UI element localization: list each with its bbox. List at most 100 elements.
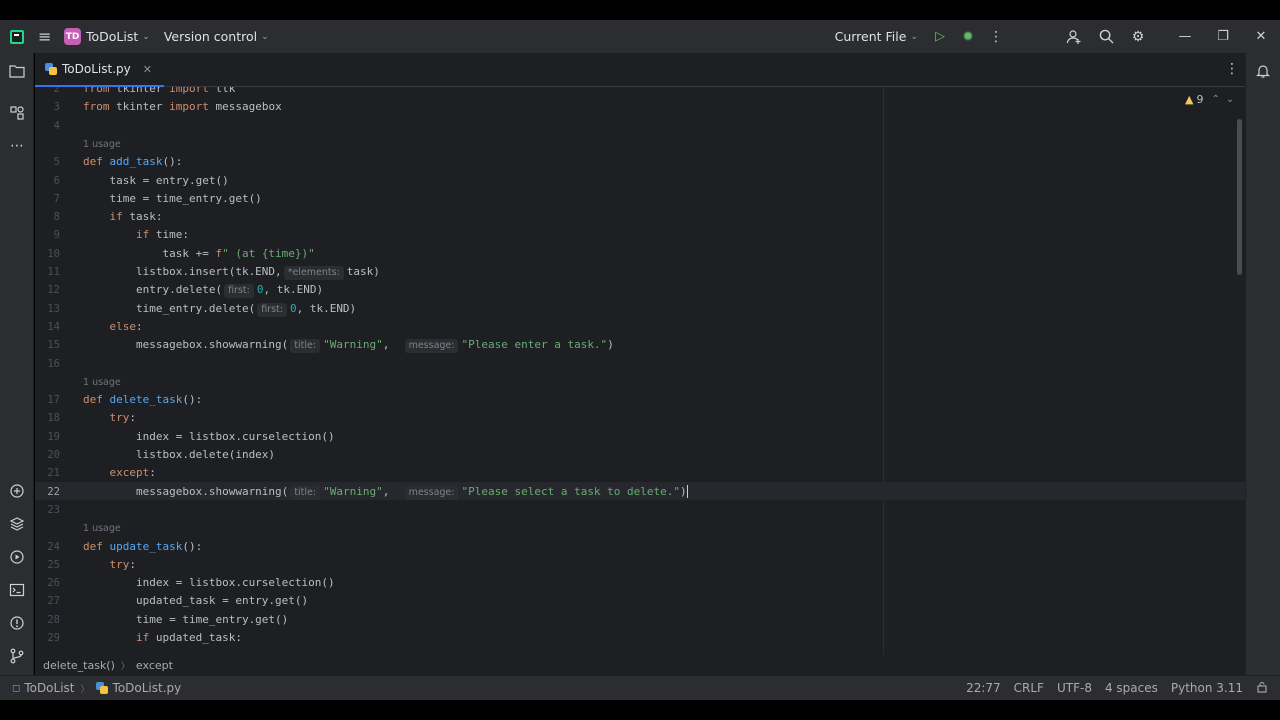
run-config-label: Current File [834, 29, 907, 44]
usage-hint[interactable]: 1 usage [83, 139, 121, 150]
vertical-scrollbar[interactable] [1237, 119, 1242, 275]
code-line[interactable]: except: [83, 466, 156, 479]
layers-icon[interactable] [5, 512, 29, 536]
caret-position[interactable]: 22:77 [966, 681, 1001, 695]
code-line[interactable]: if task: [83, 210, 163, 223]
parameter-hint: message: [404, 485, 459, 500]
run-config-dropdown[interactable]: Current File ⌄ [835, 29, 918, 44]
chevron-down-icon: ⌄ [142, 31, 150, 42]
python-file-icon [45, 63, 57, 75]
line-number: 22 [47, 485, 60, 498]
line-number: 16 [47, 357, 60, 370]
notifications-icon[interactable] [1251, 59, 1275, 83]
line-number: 6 [53, 174, 60, 187]
code-line[interactable]: try: [83, 558, 137, 571]
services-icon[interactable] [5, 545, 29, 569]
file-encoding[interactable]: UTF-8 [1057, 681, 1092, 695]
code-line[interactable]: messagebox.showwarning(title: "Warning", … [83, 338, 614, 354]
line-number: 15 [47, 339, 60, 352]
line-ending[interactable]: CRLF [1014, 681, 1044, 695]
code-line[interactable]: index = listbox.curselection() [83, 430, 335, 443]
python-packages-icon[interactable] [5, 479, 29, 503]
main-menu-icon[interactable]: ≡ [38, 28, 54, 45]
status-separator: 〉 [80, 684, 90, 695]
git-icon[interactable] [5, 644, 29, 668]
code-line[interactable]: if updated_task: [83, 631, 242, 644]
code-line[interactable]: time_entry.delete(first: 0, tk.END) [83, 302, 356, 317]
code-line[interactable]: def add_task(): [83, 155, 182, 168]
parameter-hint: *elements: [283, 266, 344, 280]
parameter-hint: message: [404, 339, 459, 354]
code-line[interactable]: updated_task = entry.get() [83, 594, 308, 607]
code-line[interactable]: entry.delete(first: 0, tk.END) [83, 283, 323, 299]
line-number: 11 [47, 266, 60, 278]
code-editor[interactable]: 2 3 4 5 6 7 8 9 10 11 12 13 14 15 16 17 18 19 20 21 22 23 24 25… [35, 87, 1245, 655]
code-line[interactable]: index = listbox.curselection() [83, 576, 335, 589]
code-line[interactable]: def update_task(): [83, 540, 202, 553]
status-project[interactable]: ToDoList [24, 681, 74, 695]
breadcrumb-separator: 〉 [120, 661, 130, 672]
warning-icon: ▲ [1185, 93, 1194, 106]
code-line[interactable]: listbox.delete(index) [83, 448, 275, 461]
code-line[interactable]: else: [83, 320, 143, 333]
code-line[interactable]: time = time_entry.get() [83, 613, 288, 626]
problems-icon[interactable] [5, 611, 29, 635]
chevron-down-icon: ⌄ [910, 31, 918, 42]
line-number: 4 [53, 119, 60, 132]
status-file[interactable]: ToDoList.py [113, 681, 182, 695]
parameter-hint: title: [290, 485, 321, 500]
breadcrumb-function[interactable]: delete_task() [43, 659, 115, 672]
editor-tab-bar: ToDoList.py ✕ ⋮ [35, 53, 1245, 87]
lock-icon[interactable] [1256, 681, 1268, 696]
code-line[interactable]: listbox.insert(tk.END, *elements: task) [83, 265, 380, 280]
more-tabs-icon[interactable]: ⋮ [1225, 61, 1239, 77]
run-icon[interactable]: ▷ [926, 23, 954, 51]
usage-hint[interactable]: 1 usage [83, 523, 121, 534]
minimize-icon[interactable]: — [1166, 20, 1204, 53]
close-icon[interactable]: ✕ [1242, 20, 1280, 53]
line-number: 19 [47, 430, 60, 443]
python-file-icon [95, 682, 108, 694]
tab-todolist-py[interactable]: ToDoList.py ✕ [35, 53, 164, 87]
more-tools-icon[interactable]: ⋯ [5, 134, 29, 158]
next-highlight-icon[interactable]: ⌄ [1226, 94, 1234, 105]
usage-hint[interactable]: 1 usage [83, 377, 121, 388]
python-interpreter[interactable]: Python 3.11 [1171, 681, 1243, 695]
breadcrumb: delete_task() 〉 except [35, 655, 1245, 675]
inspection-widget[interactable]: ▲ 9 ⌃ ⌄ [1185, 93, 1234, 106]
line-number: 7 [53, 192, 60, 205]
line-number: 12 [47, 284, 60, 297]
project-name: ToDoList [86, 29, 139, 44]
line-number: 2 [53, 87, 60, 95]
code-line[interactable]: try: [83, 411, 137, 424]
code-line[interactable]: task = entry.get() [83, 174, 228, 187]
terminal-icon[interactable] [5, 578, 29, 602]
breadcrumb-block[interactable]: except [136, 659, 173, 672]
status-bar: ◻ ToDoList 〉 ToDoList.py 22:77 CRLF UTF-… [0, 675, 1280, 700]
indent-setting[interactable]: 4 spaces [1105, 681, 1158, 695]
structure-icon[interactable] [5, 101, 29, 125]
add-user-icon[interactable] [1060, 23, 1088, 51]
code-line[interactable]: from tkinter import messagebox [83, 100, 282, 113]
code-line[interactable]: time = time_entry.get() [83, 192, 261, 205]
chevron-down-icon: ⌄ [261, 31, 269, 42]
line-number: 27 [47, 595, 60, 608]
restore-icon[interactable]: ❐ [1204, 20, 1242, 53]
code-line[interactable]: from tkinter import ttk [83, 87, 235, 95]
vcs-dropdown[interactable]: Version control ⌄ [164, 29, 269, 44]
settings-icon[interactable]: ⚙ [1124, 23, 1152, 51]
close-tab-icon[interactable]: ✕ [143, 63, 152, 76]
warning-count: 9 [1196, 93, 1204, 106]
code-line[interactable]: task += f" (at {time})" [83, 247, 314, 260]
project-icon[interactable] [5, 59, 29, 83]
search-icon[interactable] [1092, 23, 1120, 51]
code-line[interactable]: if time: [83, 228, 189, 241]
previous-highlight-icon[interactable]: ⌃ [1211, 94, 1219, 105]
debug-icon[interactable]: ✹ [954, 23, 982, 51]
code-line[interactable]: messagebox.showwarning(title: "Warning", … [83, 485, 688, 500]
line-number: 10 [47, 247, 60, 260]
code-line[interactable]: def delete_task(): [83, 393, 202, 406]
tab-label: ToDoList.py [62, 62, 131, 76]
project-dropdown[interactable]: ToDoList ⌄ [86, 29, 150, 44]
more-actions-icon[interactable]: ⋮ [982, 23, 1010, 51]
